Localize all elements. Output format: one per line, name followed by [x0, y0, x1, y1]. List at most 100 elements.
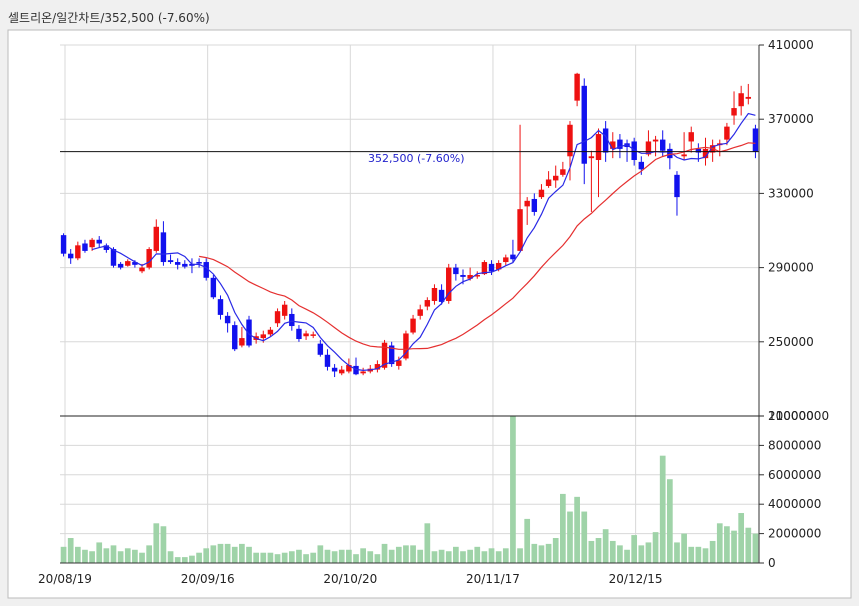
volume-bar: [324, 549, 331, 563]
volume-bar: [538, 545, 545, 563]
volume-bar: [395, 546, 402, 563]
volume-bar: [288, 551, 295, 563]
volume-bar: [438, 549, 445, 563]
volume-bar: [210, 545, 217, 563]
volume-bar: [567, 511, 573, 563]
date-tick-label: 20/08/19: [38, 572, 92, 586]
volume-bar: [381, 543, 388, 563]
volume-bar: [267, 552, 274, 563]
candle-body: [67, 253, 74, 259]
volume-bar: [103, 548, 110, 563]
volume-bar: [124, 548, 131, 563]
candle-body: [595, 134, 602, 161]
volume-bar: [581, 511, 588, 563]
candle-body: [681, 154, 687, 157]
volume-bar: [495, 551, 502, 563]
volume-bar: [524, 518, 531, 563]
volume-bar: [617, 545, 623, 563]
volume-bar: [110, 545, 117, 563]
volume-bar: [595, 538, 602, 563]
volume-bar: [460, 551, 466, 563]
candle-body: [153, 226, 160, 251]
candle-body: [267, 329, 274, 335]
candle-body: [424, 300, 431, 307]
volume-bar: [374, 554, 381, 563]
volume-bar: [674, 542, 680, 563]
volume-bar: [403, 545, 409, 563]
price-tick-label: 370000: [768, 112, 814, 126]
volume-bar: [60, 546, 67, 563]
chart-frame: [7, 29, 852, 599]
volume-tick-label: 0: [768, 556, 776, 570]
candle-body: [503, 257, 509, 263]
date-tick-label: 20/10/20: [323, 572, 377, 586]
candle-body: [89, 239, 95, 248]
price-tick-label: 250000: [768, 335, 814, 349]
candle-body: [210, 277, 217, 298]
candle-body: [360, 371, 366, 374]
volume-bar: [631, 535, 638, 563]
date-tick-label: 20/09/16: [181, 572, 235, 586]
volume-bar: [253, 552, 260, 563]
candle-body: [167, 260, 174, 263]
candle-body: [638, 161, 645, 170]
price-tick-label: 290000: [768, 261, 814, 275]
candle-body: [417, 309, 423, 316]
price-tick-label: 410000: [768, 38, 814, 52]
candle-body: [574, 73, 580, 101]
volume-bar: [709, 540, 716, 563]
date-tick-label: 20/11/17: [466, 572, 520, 586]
volume-bar: [602, 529, 609, 563]
volume-bar: [445, 551, 452, 563]
volume-bar: [410, 545, 416, 563]
candle-body: [60, 235, 67, 254]
candle-body: [224, 315, 231, 324]
volume-bar: [160, 526, 167, 563]
candle-body: [331, 367, 338, 372]
volume-bar: [217, 543, 224, 563]
stock-chart: 4100003700003300002900002500002100001000…: [7, 29, 852, 599]
volume-bar: [224, 543, 231, 563]
volume-bar: [474, 546, 481, 563]
volume-bar: [659, 455, 666, 563]
volume-bar: [738, 513, 745, 563]
candle-body: [410, 318, 416, 333]
candle-body: [274, 311, 281, 324]
price-tick-label: 330000: [768, 186, 814, 200]
volume-bar: [338, 549, 345, 563]
volume-bar: [559, 493, 566, 563]
volume-bar: [545, 543, 552, 563]
candle-body: [738, 93, 744, 107]
volume-bar: [588, 540, 595, 563]
volume-bar: [467, 549, 473, 563]
candle-body: [431, 288, 438, 301]
chart-window: 셀트리온/일간차트/352,500 (-7.60%) 410000 370000 3…: [0, 0, 859, 606]
volume-bar: [502, 548, 509, 563]
candle-body: [75, 245, 81, 259]
volume-bar: [310, 552, 317, 563]
volume-bar: [724, 526, 730, 563]
candle-body: [110, 249, 117, 266]
volume-bar: [360, 548, 366, 563]
volume-bar: [139, 552, 145, 563]
volume-bar: [317, 545, 324, 563]
volume-bar: [74, 546, 81, 563]
volume-bar: [296, 549, 302, 563]
candle-body: [239, 338, 245, 346]
candle-body: [96, 239, 102, 244]
volume-bar: [167, 551, 174, 563]
candle-body: [488, 263, 495, 272]
volume-bar: [552, 538, 559, 563]
volume-bar: [574, 496, 580, 563]
volume-bar: [231, 546, 238, 563]
candle-body: [339, 369, 345, 374]
volume-bar: [196, 552, 202, 563]
volume-bar: [132, 549, 138, 563]
volume-tick-label: 10000000: [768, 409, 829, 423]
current-price-label: 352,500 (-7.60%): [368, 152, 464, 165]
volume-bar: [67, 538, 74, 563]
volume-bar: [745, 527, 752, 563]
volume-bar: [96, 542, 103, 563]
volume-bar: [453, 546, 459, 563]
volume-tick-label: 2000000: [768, 527, 821, 541]
